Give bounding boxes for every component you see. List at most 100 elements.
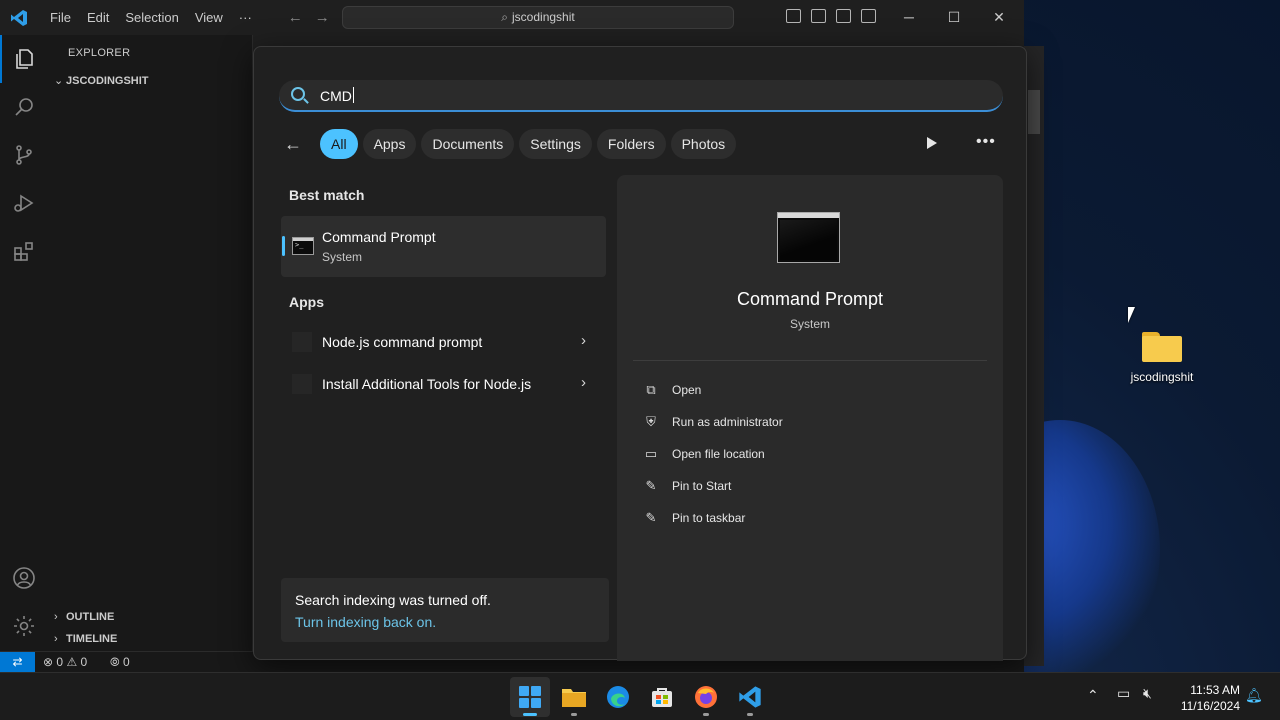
menu-more[interactable]: ··· xyxy=(231,0,260,35)
chevron-right-icon[interactable]: › xyxy=(581,332,586,349)
settings-gear-icon[interactable] xyxy=(0,602,48,650)
action-pin-to-start[interactable]: ✎ Pin to Start xyxy=(643,475,973,499)
start-button[interactable] xyxy=(510,677,550,717)
action-open[interactable]: ⧉ Open xyxy=(643,379,973,403)
source-control-icon[interactable] xyxy=(0,131,48,179)
app-icon xyxy=(292,332,312,352)
run-debug-icon[interactable] xyxy=(0,179,48,227)
menu-selection[interactable]: Selection xyxy=(117,0,186,35)
play-icon[interactable] xyxy=(927,137,937,149)
warning-count: 0 xyxy=(80,655,88,669)
outline-section-label: OUTLINE xyxy=(66,611,115,623)
search-icon: ⌕ xyxy=(501,10,509,24)
clock[interactable]: 11:53 AM 11/16/2024 xyxy=(1170,682,1240,714)
background-scrollbar xyxy=(1028,90,1040,134)
explorer-icon[interactable] xyxy=(0,35,48,83)
action-pin-to-taskbar[interactable]: ✎ Pin to taskbar xyxy=(643,507,973,531)
accounts-icon[interactable] xyxy=(0,554,48,602)
command-prompt-icon xyxy=(292,237,314,255)
background-window-edge xyxy=(1024,46,1044,666)
search-icon xyxy=(291,87,305,101)
app-result-install-tools[interactable]: Install Additional Tools for Node.js › xyxy=(281,366,606,402)
search-query: CMD xyxy=(320,88,352,104)
filter-all[interactable]: All xyxy=(320,129,358,159)
more-options-icon[interactable]: ••• xyxy=(976,133,996,151)
toggle-panel-icon[interactable] xyxy=(811,9,826,23)
chevron-right-icon: › xyxy=(54,633,58,645)
action-run-as-admin[interactable]: ⛨ Run as administrator xyxy=(643,411,973,435)
best-match-name: Command Prompt xyxy=(322,229,436,245)
windows-search-panel: CMD ← All Apps Documents Settings Folder… xyxy=(253,46,1027,661)
network-icon[interactable]: ▭ xyxy=(1117,685,1130,702)
detail-subtitle: System xyxy=(789,317,830,331)
indexing-notice: Search indexing was turned off. Turn ind… xyxy=(281,578,609,642)
action-label: Pin to Start xyxy=(672,479,732,493)
back-arrow-icon[interactable]: ← xyxy=(282,9,309,26)
activity-bar xyxy=(0,35,48,651)
volume-muted-icon[interactable]: 🔇︎ xyxy=(1143,685,1152,702)
firefox-icon xyxy=(695,686,717,708)
timeline-section-label: TIMELINE xyxy=(66,633,118,645)
toggle-secondary-sidebar-icon[interactable] xyxy=(836,9,851,23)
file-explorer-icon xyxy=(562,689,586,707)
microsoft-store-icon xyxy=(652,688,672,707)
detail-title: Command Prompt xyxy=(736,289,884,309)
command-center-label: jscodingshit xyxy=(512,10,575,24)
warning-icon: ⚠ xyxy=(66,655,78,669)
folder-section-header[interactable]: ⌄ JSCODINGSHIT xyxy=(54,74,149,87)
indexing-notice-text: Search indexing was turned off. xyxy=(295,592,491,608)
firefox-taskbar-button[interactable] xyxy=(686,677,726,717)
outline-section-header[interactable]: › OUTLINE xyxy=(54,611,114,623)
best-match-result[interactable]: Command Prompt System xyxy=(281,216,606,277)
app-result-name: Install Additional Tools for Node.js xyxy=(322,376,532,392)
back-arrow-icon[interactable]: ← xyxy=(284,134,320,155)
toggle-primary-sidebar-icon[interactable] xyxy=(786,9,801,23)
search-input[interactable]: CMD xyxy=(279,80,1003,112)
ports-status[interactable]: ⦾ 0 xyxy=(110,655,130,670)
menu-edit[interactable]: Edit xyxy=(79,0,117,35)
file-explorer-taskbar-button[interactable] xyxy=(554,677,594,717)
filter-apps[interactable]: Apps xyxy=(362,129,417,159)
store-taskbar-button[interactable] xyxy=(642,677,682,717)
best-match-type: System xyxy=(322,250,363,264)
vscode-taskbar-button[interactable] xyxy=(730,677,770,717)
filter-settings[interactable]: Settings xyxy=(519,129,592,159)
edge-browser-icon xyxy=(607,686,629,708)
layout-controls xyxy=(786,9,876,23)
search-icon[interactable] xyxy=(0,83,48,131)
result-detail-pane: Command Prompt System ⧉ Open ⛨ Run as ad… xyxy=(617,175,1003,661)
action-open-file-location[interactable]: ▭ Open file location xyxy=(643,443,973,467)
clock-time: 11:53 AM xyxy=(1190,683,1240,697)
chevron-down-icon: ⌄ xyxy=(54,75,64,87)
maximize-button[interactable]: ☐ xyxy=(931,0,977,35)
close-button[interactable]: ✕ xyxy=(976,0,1022,35)
filter-documents[interactable]: Documents xyxy=(421,129,515,159)
edge-taskbar-button[interactable] xyxy=(598,677,638,717)
menu-view[interactable]: View xyxy=(187,0,231,35)
app-result-name: Node.js command prompt xyxy=(322,334,483,350)
divider xyxy=(633,360,987,361)
minimize-button[interactable]: ─ xyxy=(886,0,932,35)
menu-file[interactable]: File xyxy=(42,0,79,35)
pin-icon: ✎ xyxy=(645,478,657,493)
filter-photos[interactable]: Photos xyxy=(670,129,737,159)
notification-bell-icon[interactable]: 🔔︎ xyxy=(1245,687,1263,704)
show-hidden-icons-chevron-icon[interactable]: ⌃ xyxy=(1087,687,1099,704)
explorer-sidebar: EXPLORER ⌄ JSCODINGSHIT › OUTLINE › TIMELIN… xyxy=(48,35,253,651)
customize-layout-icon[interactable] xyxy=(861,9,876,23)
extensions-icon[interactable] xyxy=(0,227,48,275)
desktop-folder-jscodingshit[interactable]: jscodingshit xyxy=(1118,330,1206,384)
clock-date: 11/16/2024 xyxy=(1180,699,1240,713)
timeline-section-header[interactable]: › TIMELINE xyxy=(54,633,117,645)
problems-status[interactable]: ⊗ 0 ⚠ 0 xyxy=(43,655,87,669)
chevron-right-icon: › xyxy=(54,611,58,623)
chevron-right-icon[interactable]: › xyxy=(581,374,586,391)
turn-indexing-on-link[interactable]: Turn indexing back on. xyxy=(295,614,436,630)
app-result-nodejs-prompt[interactable]: Node.js command prompt › xyxy=(281,324,606,360)
text-caret xyxy=(352,87,354,103)
remote-indicator-icon[interactable]: ⇄ xyxy=(0,652,35,673)
filter-folders[interactable]: Folders xyxy=(596,129,666,159)
forward-arrow-icon[interactable]: → xyxy=(309,9,336,26)
error-icon: ⊗ xyxy=(43,655,54,669)
command-center[interactable]: ⌕ jscodingshit xyxy=(342,6,734,29)
